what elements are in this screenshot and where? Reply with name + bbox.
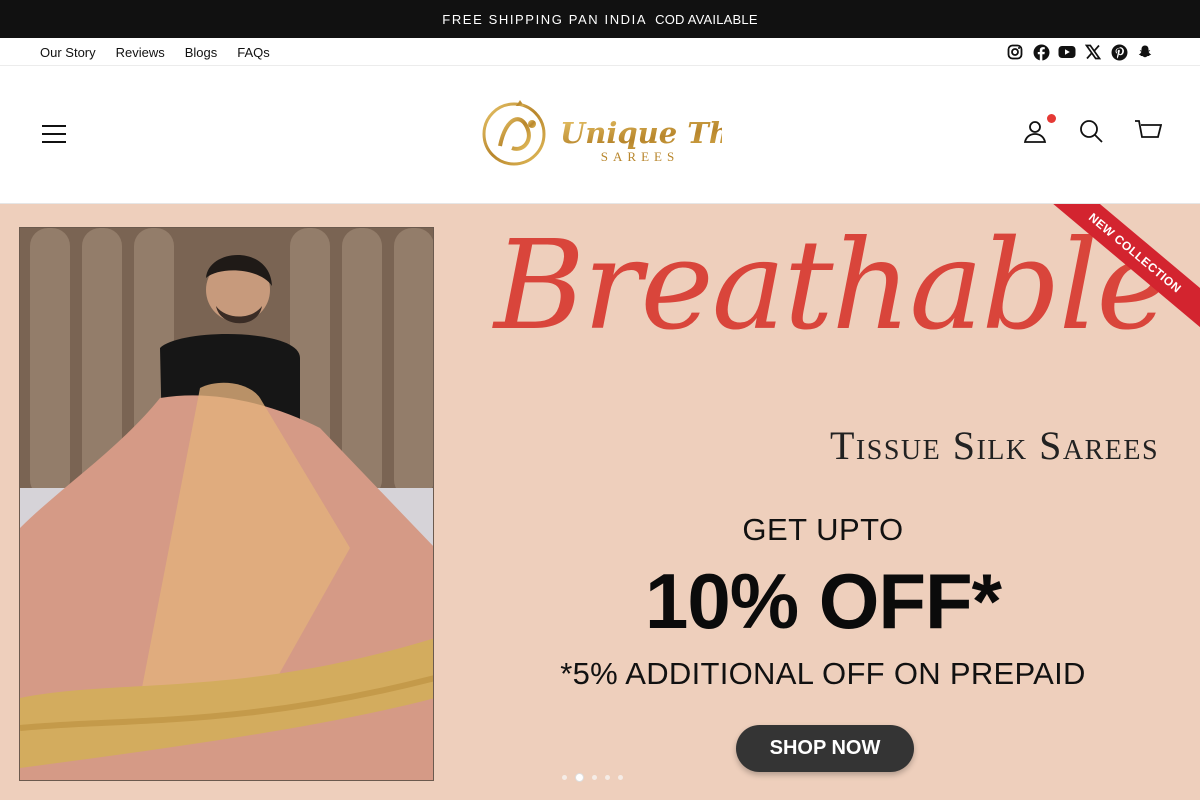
nav-faqs[interactable]: FAQs — [237, 45, 270, 60]
instagram-icon[interactable] — [1006, 43, 1024, 61]
logo-brand-text: Unique Threads — [560, 116, 722, 150]
hero-get-upto: GET UPTO — [742, 512, 904, 547]
social-links — [1006, 38, 1154, 66]
shipping-text: FREE SHIPPING PAN INDIA — [442, 11, 648, 27]
hero-discount: 10% OFF* — [644, 557, 1002, 645]
nav-our-story[interactable]: Our Story — [40, 45, 96, 60]
slider-dots — [562, 773, 623, 782]
facebook-icon[interactable] — [1032, 43, 1050, 61]
shop-now-button[interactable]: SHOP NOW — [736, 725, 914, 772]
youtube-icon[interactable] — [1058, 43, 1076, 61]
announcement-bar: FREE SHIPPING PAN INDIA COD AVAILABLE — [0, 0, 1200, 38]
top-nav: Our Story Reviews Blogs FAQs — [0, 38, 1200, 66]
snapchat-icon[interactable] — [1136, 43, 1154, 61]
x-icon[interactable] — [1084, 43, 1102, 61]
site-logo[interactable]: Unique Threads SAREES — [476, 96, 819, 172]
slide-dot[interactable] — [605, 775, 610, 780]
logo-tag-text: SAREES — [601, 149, 679, 164]
nav-blogs[interactable]: Blogs — [185, 45, 218, 60]
nav-reviews[interactable]: Reviews — [116, 45, 165, 60]
hamburger-menu-icon[interactable] — [40, 122, 68, 146]
cod-text: COD AVAILABLE — [655, 11, 758, 27]
slide-dot[interactable] — [618, 775, 623, 780]
hero-prepaid-offer: *5% ADDITIONAL OFF ON PREPAID — [560, 656, 1086, 691]
new-collection-ribbon: NEW COLLECTION — [1050, 204, 1200, 354]
slide-dot-active[interactable] — [575, 773, 584, 782]
cart-icon[interactable] — [1134, 118, 1163, 144]
ribbon-label: NEW COLLECTION — [1050, 204, 1200, 332]
pinterest-icon[interactable] — [1110, 43, 1128, 61]
site-header: Unique Threads SAREES — [0, 66, 1200, 204]
hero-banner[interactable]: Breathable Tissue Silk Sarees GET UPTO 1… — [0, 204, 1200, 800]
hero-product-photo — [19, 227, 434, 781]
account-icon[interactable] — [1022, 114, 1056, 144]
search-icon[interactable] — [1078, 118, 1104, 144]
slide-dot[interactable] — [592, 775, 597, 780]
notification-badge — [1047, 114, 1056, 123]
hero-subtitle: Tissue Silk Sarees — [830, 423, 1160, 468]
slide-dot[interactable] — [562, 775, 567, 780]
